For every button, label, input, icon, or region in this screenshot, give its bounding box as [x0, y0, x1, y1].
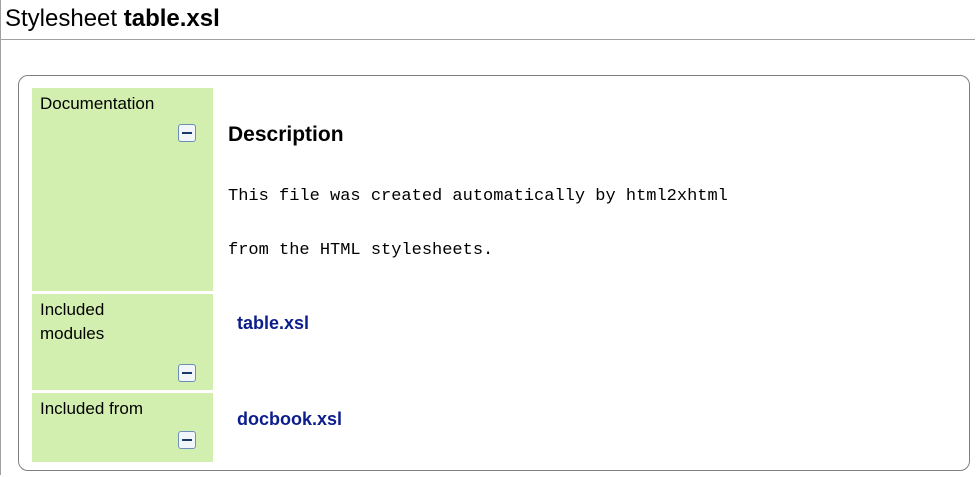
title-divider: [0, 39, 975, 40]
included-from-label-cell: Included from: [32, 393, 213, 462]
included-from-collapse-button[interactable]: [178, 431, 196, 449]
collapse-icon: [182, 439, 192, 441]
description-heading: Description: [228, 123, 344, 146]
included-modules-collapse-button[interactable]: [178, 364, 196, 382]
documentation-label: Documentation: [40, 94, 155, 113]
documentation-collapse-button[interactable]: [178, 124, 196, 142]
page-title-name: table.xsl: [123, 5, 220, 32]
collapse-icon: [182, 132, 192, 134]
collapse-icon: [182, 372, 192, 374]
documentation-label-cell: Documentation: [32, 88, 213, 291]
included-from-label: Included from: [40, 399, 143, 418]
description-line: This file was created automatically by h…: [228, 187, 728, 206]
included-from-link[interactable]: docbook.xsl: [237, 408, 342, 430]
page-title-prefix: Stylesheet: [5, 5, 118, 32]
included-modules-label: Included modules: [40, 300, 105, 343]
included-module-link[interactable]: table.xsl: [237, 312, 309, 334]
page-title: Stylesheet table.xsl: [5, 4, 220, 34]
description-line: from the HTML stylesheets.: [228, 241, 494, 260]
